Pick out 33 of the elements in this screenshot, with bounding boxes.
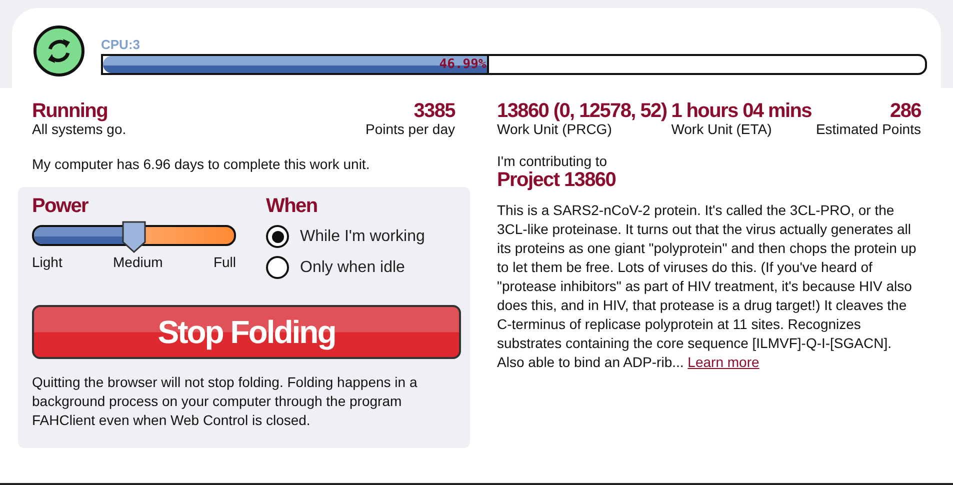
progress-percent: 46.99% <box>439 57 488 72</box>
stat-label: Work Unit (PRCG) <box>497 122 613 137</box>
option-label: While I'm working <box>300 228 425 246</box>
status-title: Running <box>32 100 108 122</box>
quit-note: Quitting the browser will not stop folding. Folding happens in a background process on your computer through the program FAHClient even when Web Control is closed. <box>32 373 418 430</box>
deadline-text: My computer has 6.96 days to complete this work unit. <box>32 156 371 172</box>
stat-value: 13860 (0, 12578, 52) <box>497 100 667 122</box>
stop-folding-button[interactable]: Stop Folding <box>32 305 461 359</box>
power-level-label: Full <box>213 255 236 270</box>
project-description: This is a SARS2-nCoV-2 protein. It's called the 3CL-PRO, or the 3CL-like proteinase. It turns out that the virus actually generates all its proteins as one giant "polyprotein" and then chops the protein up to let them be free. Lots of viruses do this. (If you've heard of "protease inhibitors" as part of HIV treatment, it's because HIV also does this, and in HIV, that protease is a drug target!) It cleaves the C-terminus of replicase polyprotein at 11 sites. Recognizes substrates containing the core sequence [ILMVF]-Q-I-[SGACN]. Also able to bind an ADP-rib... Learn more <box>497 201 918 372</box>
power-title: Power <box>32 195 90 217</box>
radio-button[interactable] <box>266 256 289 279</box>
stat-value: 1 hours 04 mins <box>671 100 812 122</box>
stat-label: Work Unit (ETA) <box>671 122 773 137</box>
refresh-icon[interactable] <box>33 25 85 77</box>
status-subtitle: All systems go. <box>32 122 126 137</box>
points-label: Points per day <box>366 122 455 137</box>
schedule-option[interactable]: Only when idle <box>266 256 425 279</box>
radio-button[interactable] <box>266 225 289 248</box>
power-level-label: Medium <box>113 255 163 270</box>
stat-label: Estimated Points <box>816 122 921 137</box>
project-title: Project 13860 <box>497 169 617 191</box>
learn-more-link[interactable]: Learn more <box>688 354 760 370</box>
when-title: When <box>266 195 318 217</box>
power-slider[interactable] <box>32 220 236 254</box>
stat-value: 286 <box>890 100 921 122</box>
slider-thumb[interactable] <box>121 220 147 254</box>
option-label: Only when idle <box>300 258 405 276</box>
cpu-label: CPU:3 <box>101 37 142 52</box>
power-level-label: Light <box>32 255 62 270</box>
contributing-label: I'm contributing to <box>497 153 608 169</box>
points-value: 3385 <box>414 100 455 122</box>
schedule-option[interactable]: While I'm working <box>266 225 425 248</box>
